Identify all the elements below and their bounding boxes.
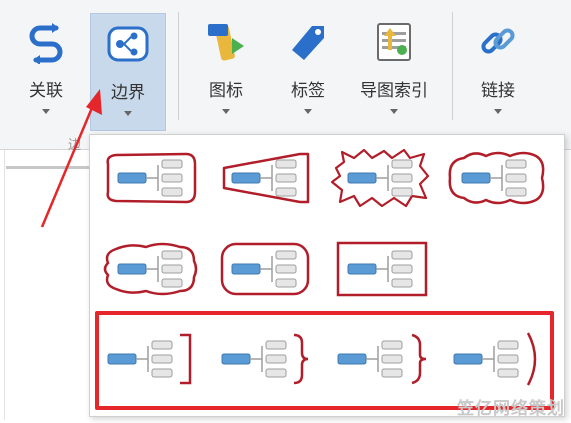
- chevron-down-icon[interactable]: [124, 111, 132, 116]
- chevron-down-icon[interactable]: [304, 109, 312, 114]
- chevron-down-icon[interactable]: [494, 109, 502, 114]
- tag-icon: [284, 18, 332, 66]
- boundary-icon: [104, 20, 152, 68]
- map-index-icon: [370, 18, 418, 66]
- link-label: 链接: [481, 81, 515, 101]
- icon-marker-button[interactable]: 图标: [196, 12, 256, 130]
- tag-label: 标签: [291, 81, 325, 101]
- icon-marker-label: 图标: [209, 81, 243, 101]
- chevron-down-icon[interactable]: [390, 109, 398, 114]
- boundary-option-wavy-octagon[interactable]: [98, 237, 202, 301]
- boundary-option-tapered-rect[interactable]: [212, 146, 316, 210]
- boundary-option-rounded-rect[interactable]: [98, 146, 202, 210]
- chevron-down-icon[interactable]: [222, 109, 230, 114]
- relationship-icon: [22, 18, 70, 66]
- canvas-edge: [4, 150, 5, 420]
- icon-marker-icon: [202, 18, 250, 66]
- annotation-arrow-icon: [40, 89, 102, 228]
- map-index-label: 导图索引: [360, 81, 428, 101]
- tag-button[interactable]: 标签: [278, 12, 338, 130]
- boundary-option-spiky[interactable]: [328, 146, 432, 210]
- boundary-option-rounded-square[interactable]: [212, 237, 316, 301]
- map-index-button[interactable]: 导图索引: [350, 12, 438, 130]
- boundary-label: 边界: [111, 83, 145, 103]
- ribbon-separator: [178, 12, 179, 120]
- boundary-option-wavy-rounded[interactable]: [444, 146, 548, 210]
- watermark-text: 笠亿网络策划: [457, 399, 565, 419]
- ribbon-separator: [452, 12, 453, 120]
- link-button[interactable]: 链接: [468, 12, 528, 130]
- boundary-option-rectangle[interactable]: [328, 237, 432, 301]
- link-icon: [474, 18, 522, 66]
